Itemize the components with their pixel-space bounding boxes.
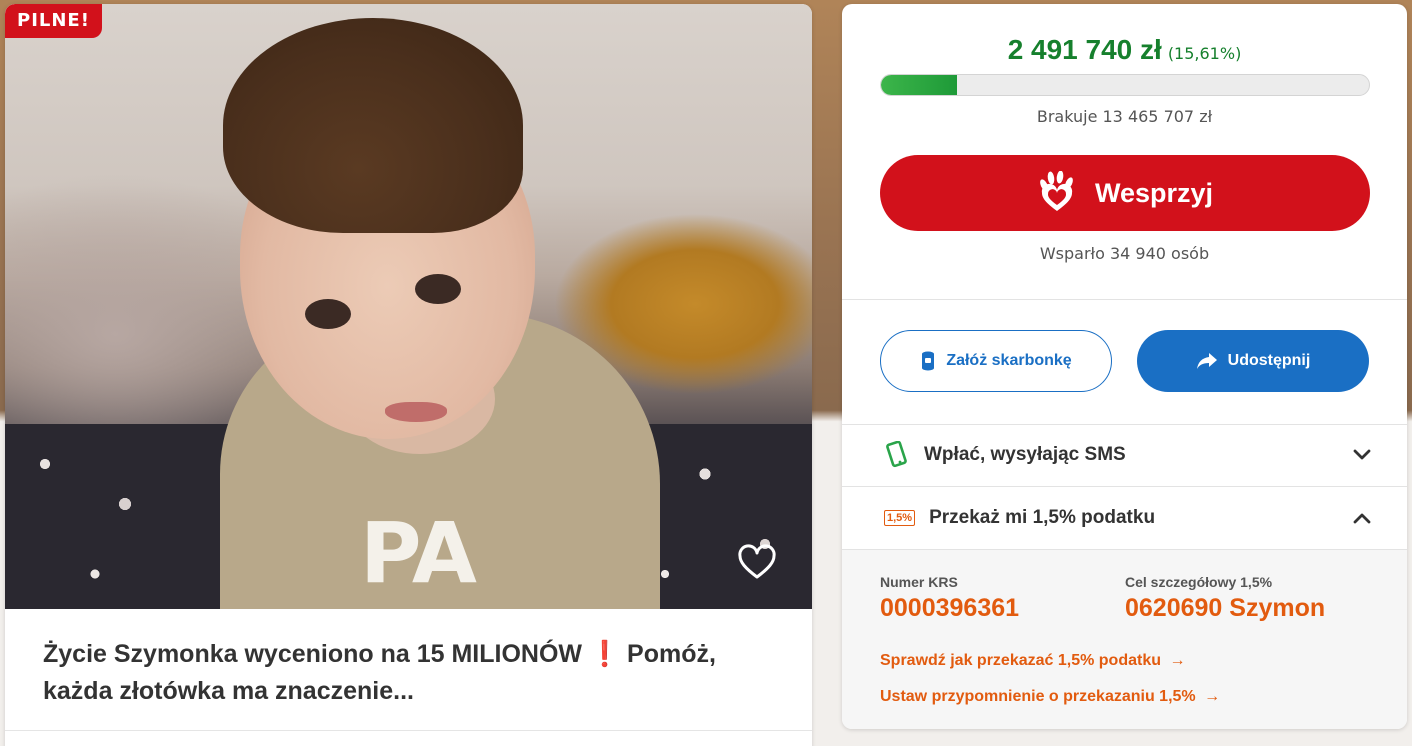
collected-amount: 2 491 740 zł: [1007, 34, 1162, 65]
sms-label: Wpłać, wysyłając SMS: [924, 444, 1126, 465]
divider: [5, 730, 812, 731]
heart-hand-icon: [1040, 171, 1073, 211]
tax-label: Przekaż mi 1,5% podatku: [929, 507, 1156, 528]
sms-accordion[interactable]: Wpłać, wysyłając SMS: [842, 424, 1407, 486]
reminder-link-label: Ustaw przypomnienie o przekazaniu 1,5%: [880, 688, 1196, 705]
share-label: Udostępnij: [1227, 352, 1311, 369]
divider: [842, 299, 1407, 300]
share-button[interactable]: Udostępnij: [1137, 330, 1369, 392]
progress-fill: [881, 75, 958, 95]
goal-block: Cel szczegółowy 1,5% 0620690 Szymon: [1125, 574, 1325, 623]
donation-panel: 2 491 740 zł (15,61%) Brakuje 13 465 707 …: [842, 4, 1407, 729]
progress-bar: [880, 74, 1370, 96]
goal-caption: Cel szczegółowy 1,5%: [1125, 574, 1273, 590]
amount-row: 2 491 740 zł (15,61%): [842, 34, 1407, 66]
urgent-badge: PILNE!: [5, 4, 102, 38]
favorite-button[interactable]: [737, 544, 777, 584]
chevron-up-icon: [1353, 513, 1371, 524]
reminder-link[interactable]: Ustaw przypomnienie o przekazaniu 1,5% →: [880, 688, 1220, 706]
tax-accordion[interactable]: 1,5% Przekaż mi 1,5% podatku: [842, 487, 1407, 549]
phone-icon: [886, 441, 907, 468]
arrow-right-icon: →: [1169, 652, 1186, 669]
supporters-count: Wsparło 34 940 osób: [1039, 244, 1210, 263]
collected-percent: (15,61%): [1167, 44, 1242, 63]
check-tax-link-label: Sprawdź jak przekazać 1,5% podatku: [880, 652, 1161, 669]
support-label: Wesprzyj: [1094, 177, 1214, 208]
arrow-right-icon: →: [1204, 688, 1221, 705]
tax-percent-icon: 1,5%: [884, 510, 916, 526]
chevron-down-icon: [1353, 449, 1371, 460]
campaign-title[interactable]: Życie Szymonka wyceniono na 15 MILIONÓW …: [43, 636, 783, 710]
share-arrow-icon: [1196, 353, 1217, 369]
krs-caption: Numer KRS: [880, 574, 958, 590]
piggybank-icon: [922, 351, 935, 371]
campaign-photo: PA: [5, 4, 812, 609]
create-piggybank-button[interactable]: Załóż skarbonkę: [880, 330, 1112, 392]
missing-amount: Brakuje 13 465 707 zł: [1036, 107, 1213, 126]
goal-value[interactable]: 0620690 Szymon: [1125, 594, 1325, 623]
campaign-card: PA PILNE! Życie Szymonka wyceniono na 15…: [5, 4, 812, 746]
check-tax-link[interactable]: Sprawdź jak przekazać 1,5% podatku →: [880, 652, 1185, 670]
support-button[interactable]: Wesprzyj: [880, 155, 1370, 231]
piggybank-label: Załóż skarbonkę: [946, 352, 1072, 369]
heart-icon: [738, 544, 776, 579]
krs-value[interactable]: 0000396361: [880, 594, 1019, 623]
krs-block: Numer KRS 0000396361: [880, 574, 1019, 623]
tax-details-panel: Numer KRS 0000396361 Cel szczegółowy 1,5…: [842, 550, 1407, 729]
